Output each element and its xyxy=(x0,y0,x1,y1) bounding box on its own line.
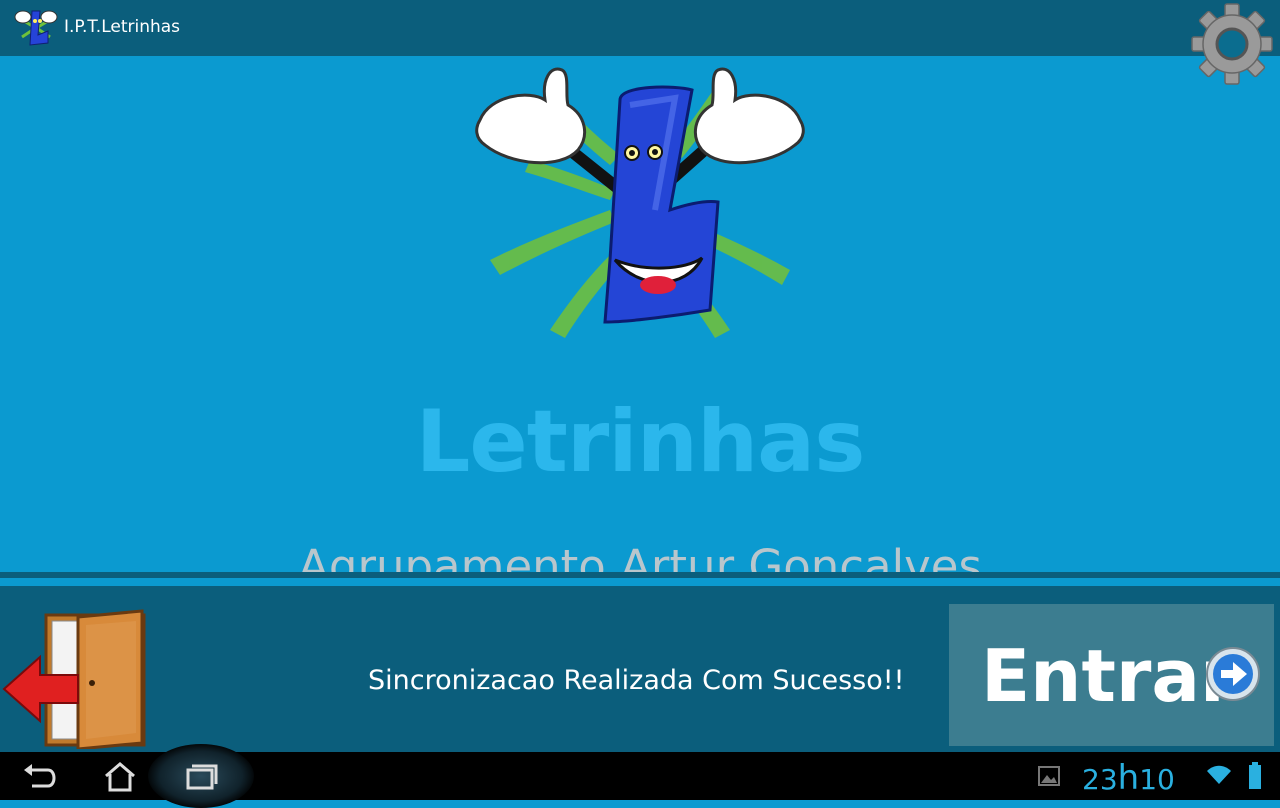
gear-icon[interactable] xyxy=(1190,2,1274,86)
gallery-icon[interactable] xyxy=(1038,766,1060,786)
clock-hours: 23 xyxy=(1082,763,1118,796)
letrinhas-mascot-logo xyxy=(475,67,805,338)
status-message: Sincronizacao Realizada Com Sucesso!! xyxy=(368,665,905,696)
divider-stripe xyxy=(0,578,1280,586)
letrinhas-mascot-icon xyxy=(14,10,58,46)
exit-door-icon[interactable] xyxy=(0,603,150,749)
enter-button-label: Entrar xyxy=(981,634,1236,718)
recent-apps-icon[interactable] xyxy=(176,758,224,794)
bottom-bar: Sincronizacao Realizada Com Sucesso!! En… xyxy=(0,595,1280,752)
clock-separator: h xyxy=(1117,758,1140,798)
main-content: Letrinhas Agrupamento Artur Gonçalves xyxy=(0,56,1280,593)
action-bar: I.P.T.Letrinhas xyxy=(0,0,1280,56)
battery-icon xyxy=(1249,762,1261,789)
enter-button[interactable]: Entrar xyxy=(949,604,1274,746)
system-clock: 23h10 xyxy=(1082,758,1175,798)
arrow-right-circle-icon xyxy=(1206,647,1260,701)
wifi-icon xyxy=(1207,765,1231,784)
logo-text: Letrinhas xyxy=(415,392,866,492)
divider-stripe xyxy=(0,586,1280,595)
system-navigation-bar: 23h10 xyxy=(0,744,1280,808)
home-icon[interactable] xyxy=(96,758,144,794)
back-icon[interactable] xyxy=(16,758,64,794)
app-title: I.P.T.Letrinhas xyxy=(64,17,181,37)
clock-minutes: 10 xyxy=(1139,763,1175,796)
